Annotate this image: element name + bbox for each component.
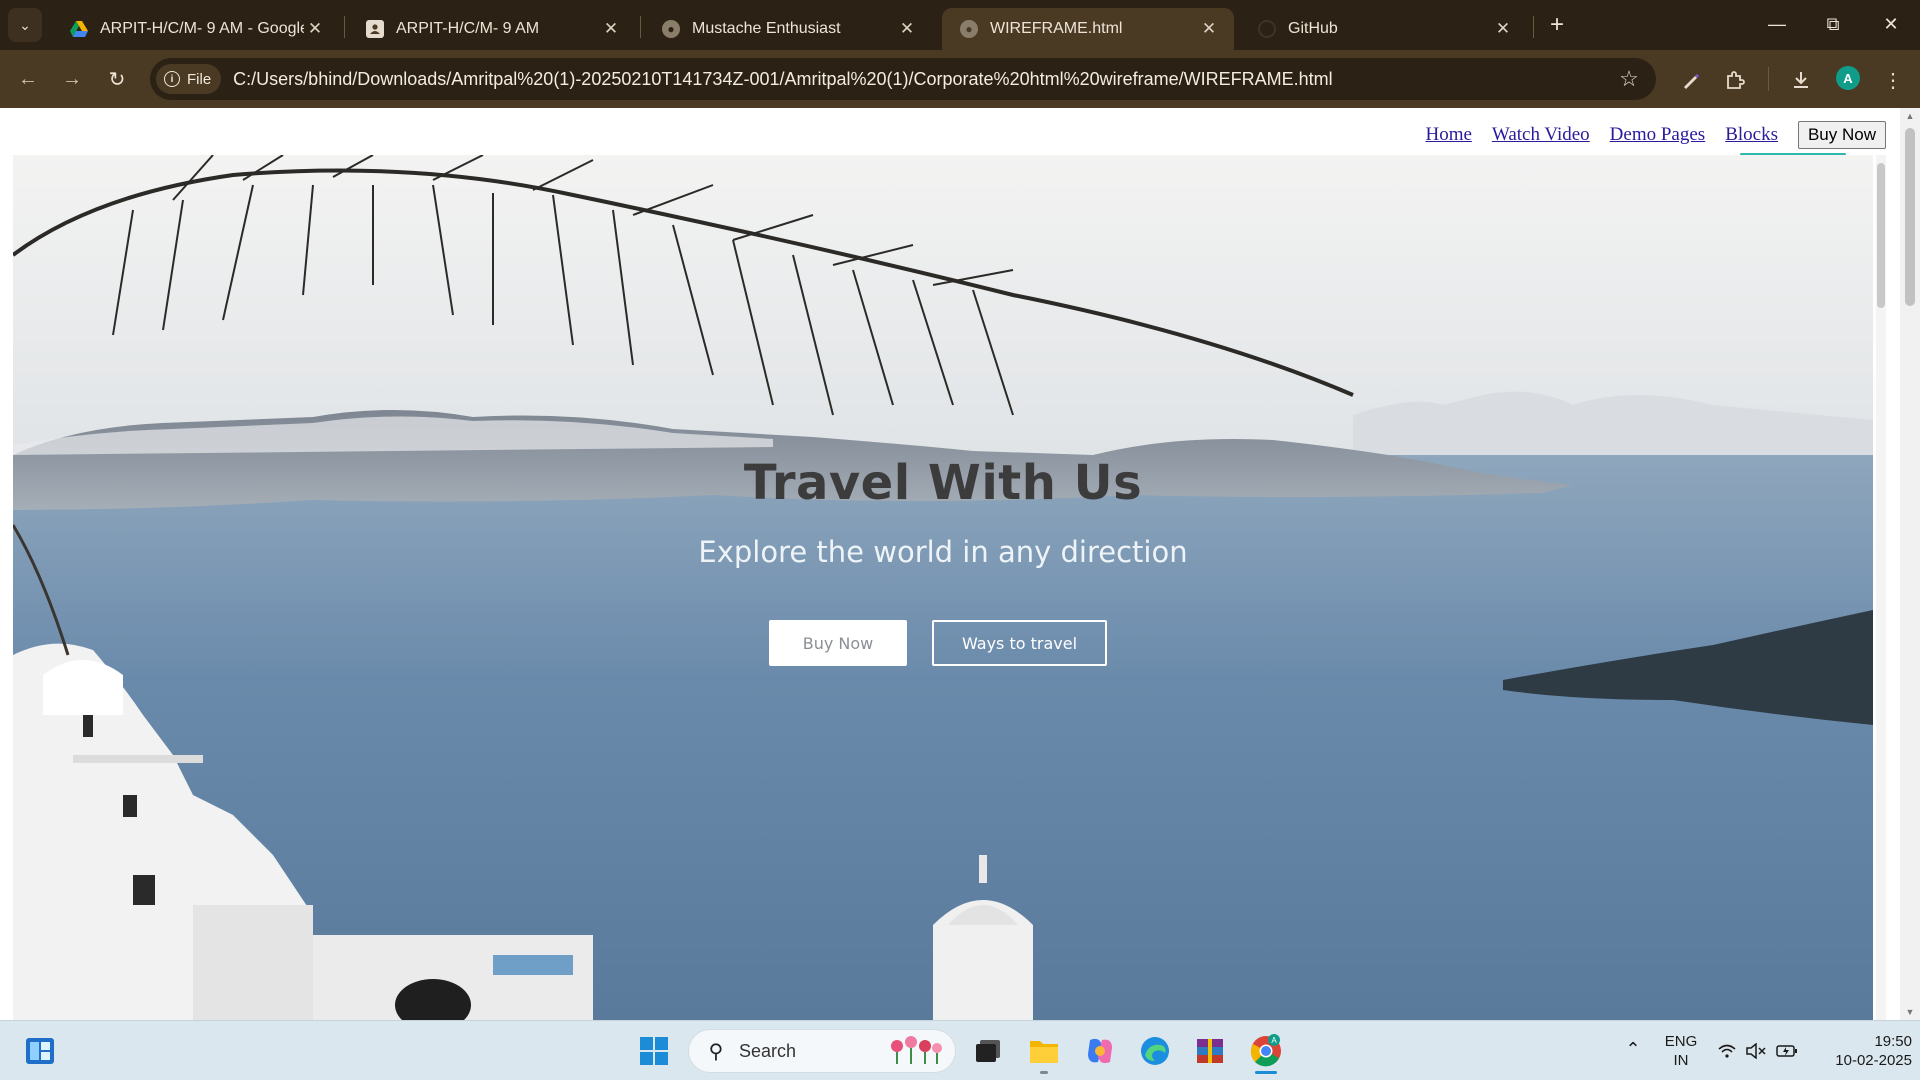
show-hidden-icons-icon[interactable]: ⌃ xyxy=(1622,1039,1644,1059)
bookmark-star-icon[interactable]: ☆ xyxy=(1612,62,1646,96)
minimize-icon: — xyxy=(1768,13,1786,34)
language-code: ENG xyxy=(1664,1033,1698,1050)
forward-button[interactable]: → xyxy=(56,63,88,95)
chip-label: File xyxy=(187,70,212,88)
svg-text:A: A xyxy=(1271,1036,1277,1045)
speaker-muted-icon[interactable] xyxy=(1745,1041,1767,1061)
search-icon: ⚲ xyxy=(708,1040,724,1063)
browser-toolbar: ← → ↻ i File C:/Users/bhind/Downloads/Am… xyxy=(0,50,1920,108)
page-scrollbar-thumb[interactable] xyxy=(1905,128,1915,306)
tulips-icon xyxy=(887,1034,943,1069)
clock[interactable]: 19:50 10-02-2025 xyxy=(1812,1032,1912,1070)
profile-avatar[interactable]: A xyxy=(1836,66,1860,90)
contact-card-icon xyxy=(366,20,384,38)
taskbar-search-label: Search xyxy=(739,1040,797,1061)
tab-google-drive[interactable]: ARPIT-H/C/M- 9 AM - Google D ✕ xyxy=(52,8,340,50)
nav-link-watch-video[interactable]: Watch Video xyxy=(1492,124,1590,146)
active-app-indicator xyxy=(1255,1071,1277,1074)
pen-extension-icon[interactable] xyxy=(1674,63,1708,97)
globe-icon: ● xyxy=(960,20,978,38)
task-view-icon[interactable] xyxy=(968,1031,1008,1071)
copilot-icon[interactable] xyxy=(1080,1031,1120,1071)
battery-charging-icon[interactable] xyxy=(1776,1041,1798,1061)
new-tab-button[interactable]: + xyxy=(1542,10,1572,40)
restore-button[interactable]: ⧉ xyxy=(1806,6,1860,42)
url-text[interactable]: C:/Users/bhind/Downloads/Amritpal%20(1)-… xyxy=(233,69,1612,90)
info-icon: i xyxy=(164,71,180,87)
scroll-up-icon[interactable]: ▲ xyxy=(1904,110,1916,122)
restore-icon: ⧉ xyxy=(1826,13,1840,34)
widgets-icon[interactable] xyxy=(20,1031,60,1071)
google-drive-icon xyxy=(70,20,88,38)
close-tab-icon[interactable]: ✕ xyxy=(896,18,918,40)
nav-link-home[interactable]: Home xyxy=(1425,124,1471,146)
minimize-button[interactable]: — xyxy=(1750,6,1804,42)
close-tab-icon[interactable]: ✕ xyxy=(1198,18,1220,40)
hero-section: Travel With Us Explore the world in any … xyxy=(13,155,1873,1020)
edge-browser-icon[interactable] xyxy=(1135,1031,1175,1071)
close-icon: ✕ xyxy=(1883,13,1899,34)
wifi-icon[interactable] xyxy=(1716,1041,1738,1061)
winrar-icon[interactable] xyxy=(1190,1031,1230,1071)
tab-divider xyxy=(1533,16,1534,38)
tab-github[interactable]: GitHub ✕ xyxy=(1240,8,1528,50)
scroll-down-icon[interactable]: ▼ xyxy=(1904,1006,1916,1018)
address-bar[interactable]: i File C:/Users/bhind/Downloads/Amritpal… xyxy=(150,58,1656,100)
tab-title: Mustache Enthusiast xyxy=(692,20,841,37)
hero-ways-to-travel-button[interactable]: Ways to travel xyxy=(932,620,1107,666)
arrow-left-icon: ← xyxy=(18,67,38,90)
tab-contacts[interactable]: ARPIT-H/C/M- 9 AM ✕ xyxy=(348,8,636,50)
windows-start-icon[interactable] xyxy=(634,1031,674,1071)
tab-title: ARPIT-H/C/M- 9 AM - Google D xyxy=(100,20,304,37)
clock-time: 19:50 xyxy=(1874,1033,1912,1050)
hero-background-image xyxy=(13,155,1873,1020)
running-app-indicator xyxy=(1040,1071,1048,1074)
tab-divider xyxy=(344,16,345,38)
input-language[interactable]: ENG IN xyxy=(1660,1032,1702,1070)
toolbar-divider xyxy=(1768,67,1769,91)
nav-link-blocks[interactable]: Blocks xyxy=(1725,124,1778,146)
reload-button[interactable]: ↻ xyxy=(101,63,133,95)
site-info-chip[interactable]: i File xyxy=(156,64,222,94)
close-window-button[interactable]: ✕ xyxy=(1864,6,1918,42)
globe-icon: ● xyxy=(662,20,680,38)
plus-icon: + xyxy=(1549,11,1564,38)
close-tab-icon[interactable]: ✕ xyxy=(600,18,622,40)
hero-title: Travel With Us xyxy=(743,455,1143,511)
reload-icon: ↻ xyxy=(108,68,126,91)
chevron-down-icon: ⌄ xyxy=(19,16,31,33)
arrow-right-icon: → xyxy=(62,67,82,90)
chrome-icon[interactable]: A xyxy=(1246,1031,1286,1071)
tab-title: ARPIT-H/C/M- 9 AM xyxy=(396,20,540,37)
file-explorer-icon[interactable] xyxy=(1024,1031,1064,1071)
inner-scrollbar[interactable] xyxy=(1876,155,1886,1020)
taskbar-search-box[interactable]: ⚲ Search xyxy=(688,1029,956,1073)
tab-title: GitHub xyxy=(1288,20,1338,37)
hero-subtitle: Explore the world in any direction xyxy=(698,535,1188,569)
download-icon[interactable] xyxy=(1784,63,1818,97)
menu-icon[interactable]: ⋮ xyxy=(1876,63,1910,97)
extensions-icon[interactable] xyxy=(1718,63,1752,97)
hero-buy-now-button[interactable]: Buy Now xyxy=(769,620,907,666)
site-navigation: Home Watch Video Demo Pages Blocks Buy N… xyxy=(1405,121,1886,149)
windows-taskbar: ⚲ Search A ⌃ ENG IN 19:50 10-02-2025 xyxy=(0,1020,1920,1080)
github-icon xyxy=(1258,20,1276,38)
close-tab-icon[interactable]: ✕ xyxy=(304,18,326,40)
page-viewport: Home Watch Video Demo Pages Blocks Buy N… xyxy=(0,108,1920,1020)
tab-wireframe[interactable]: ● WIREFRAME.html ✕ xyxy=(942,8,1234,50)
tab-divider xyxy=(640,16,641,38)
page-scrollbar[interactable]: ▲ ▼ xyxy=(1900,108,1920,1020)
tab-strip: ⌄ ARPIT-H/C/M- 9 AM - Google D ✕ ARPIT-H… xyxy=(0,0,1920,50)
tab-search-button[interactable]: ⌄ xyxy=(8,8,42,42)
close-tab-icon[interactable]: ✕ xyxy=(1492,18,1514,40)
inner-scrollbar-thumb[interactable] xyxy=(1877,163,1885,308)
back-button[interactable]: ← xyxy=(12,63,44,95)
nav-link-demo-pages[interactable]: Demo Pages xyxy=(1610,124,1706,146)
tab-mustache-enthusiast[interactable]: ● Mustache Enthusiast ✕ xyxy=(644,8,932,50)
tab-title: WIREFRAME.html xyxy=(990,20,1123,37)
clock-date: 10-02-2025 xyxy=(1835,1052,1912,1069)
region-code: IN xyxy=(1673,1052,1689,1069)
nav-buy-now-button[interactable]: Buy Now xyxy=(1797,121,1886,149)
